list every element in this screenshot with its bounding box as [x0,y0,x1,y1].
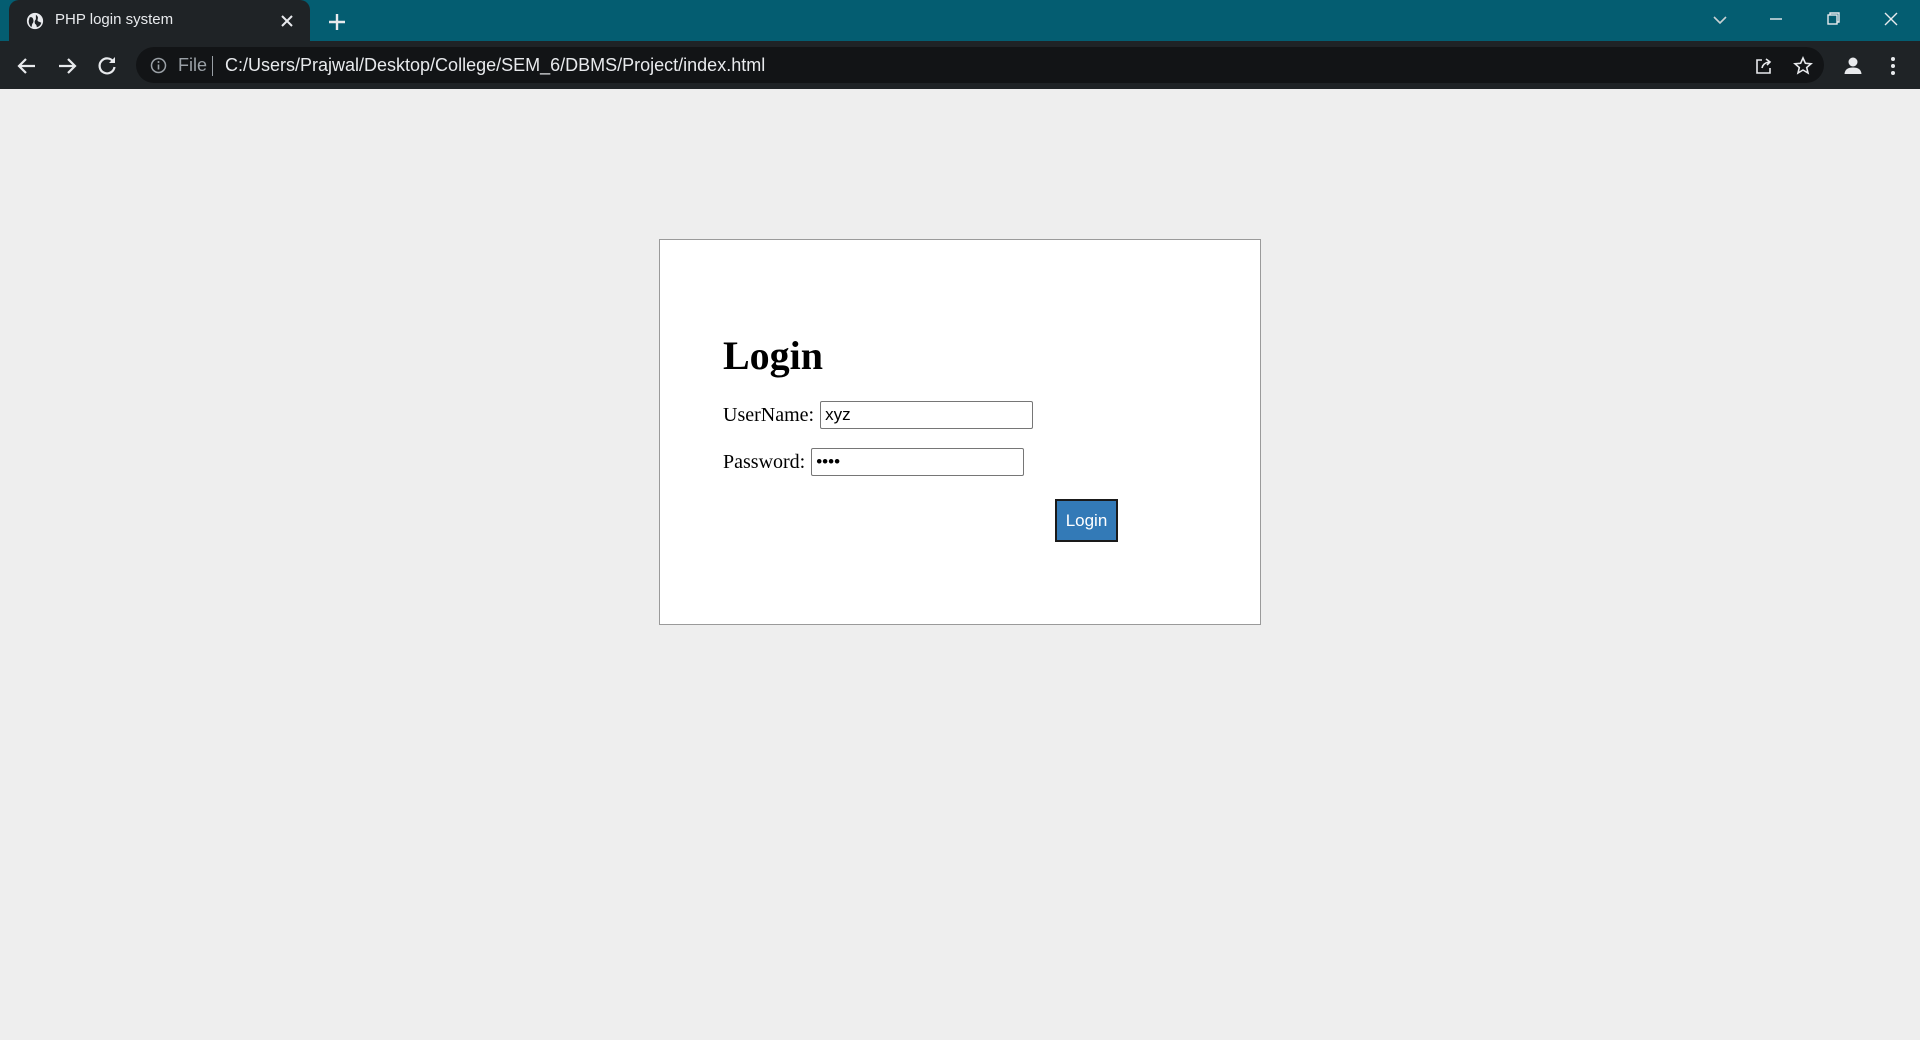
restore-icon[interactable] [1816,6,1850,36]
menu-icon[interactable] [1880,53,1906,79]
file-label: File [178,55,208,75]
browser-tab[interactable]: PHP login system [9,0,310,41]
username-input[interactable] [820,401,1034,429]
password-row: Password: [723,448,1025,476]
browser-toolbar: File C:/Users/Prajwal/Desktop/College/SE… [0,41,1920,89]
profile-icon[interactable] [1840,53,1866,79]
tab-title: PHP login system [55,11,174,28]
login-card: Login UserName: Password: Login [659,239,1261,625]
address-bar[interactable]: File C:/Users/Prajwal/Desktop/College/SE… [136,47,1824,83]
page-title: Login [723,333,824,378]
reload-icon[interactable] [94,53,120,79]
tab-search-icon[interactable] [1703,6,1737,36]
username-row: UserName: [723,401,1034,429]
tab-strip: PHP login system [0,0,1920,41]
close-tab-icon[interactable] [276,10,298,32]
new-tab-icon[interactable] [325,10,349,34]
login-button[interactable]: Login [1055,499,1118,542]
bookmark-star-icon[interactable] [1792,55,1814,77]
divider [212,56,213,76]
close-window-icon[interactable] [1874,6,1908,36]
info-icon[interactable] [150,57,167,74]
back-icon[interactable] [14,53,40,79]
minimize-icon[interactable] [1759,6,1793,36]
username-label: UserName: [723,403,815,426]
password-input[interactable] [811,448,1025,476]
forward-icon[interactable] [54,53,80,79]
password-label: Password: [723,450,806,473]
share-icon[interactable] [1753,55,1775,77]
globe-icon [26,12,44,30]
url-text[interactable]: C:/Users/Prajwal/Desktop/College/SEM_6/D… [225,55,765,76]
